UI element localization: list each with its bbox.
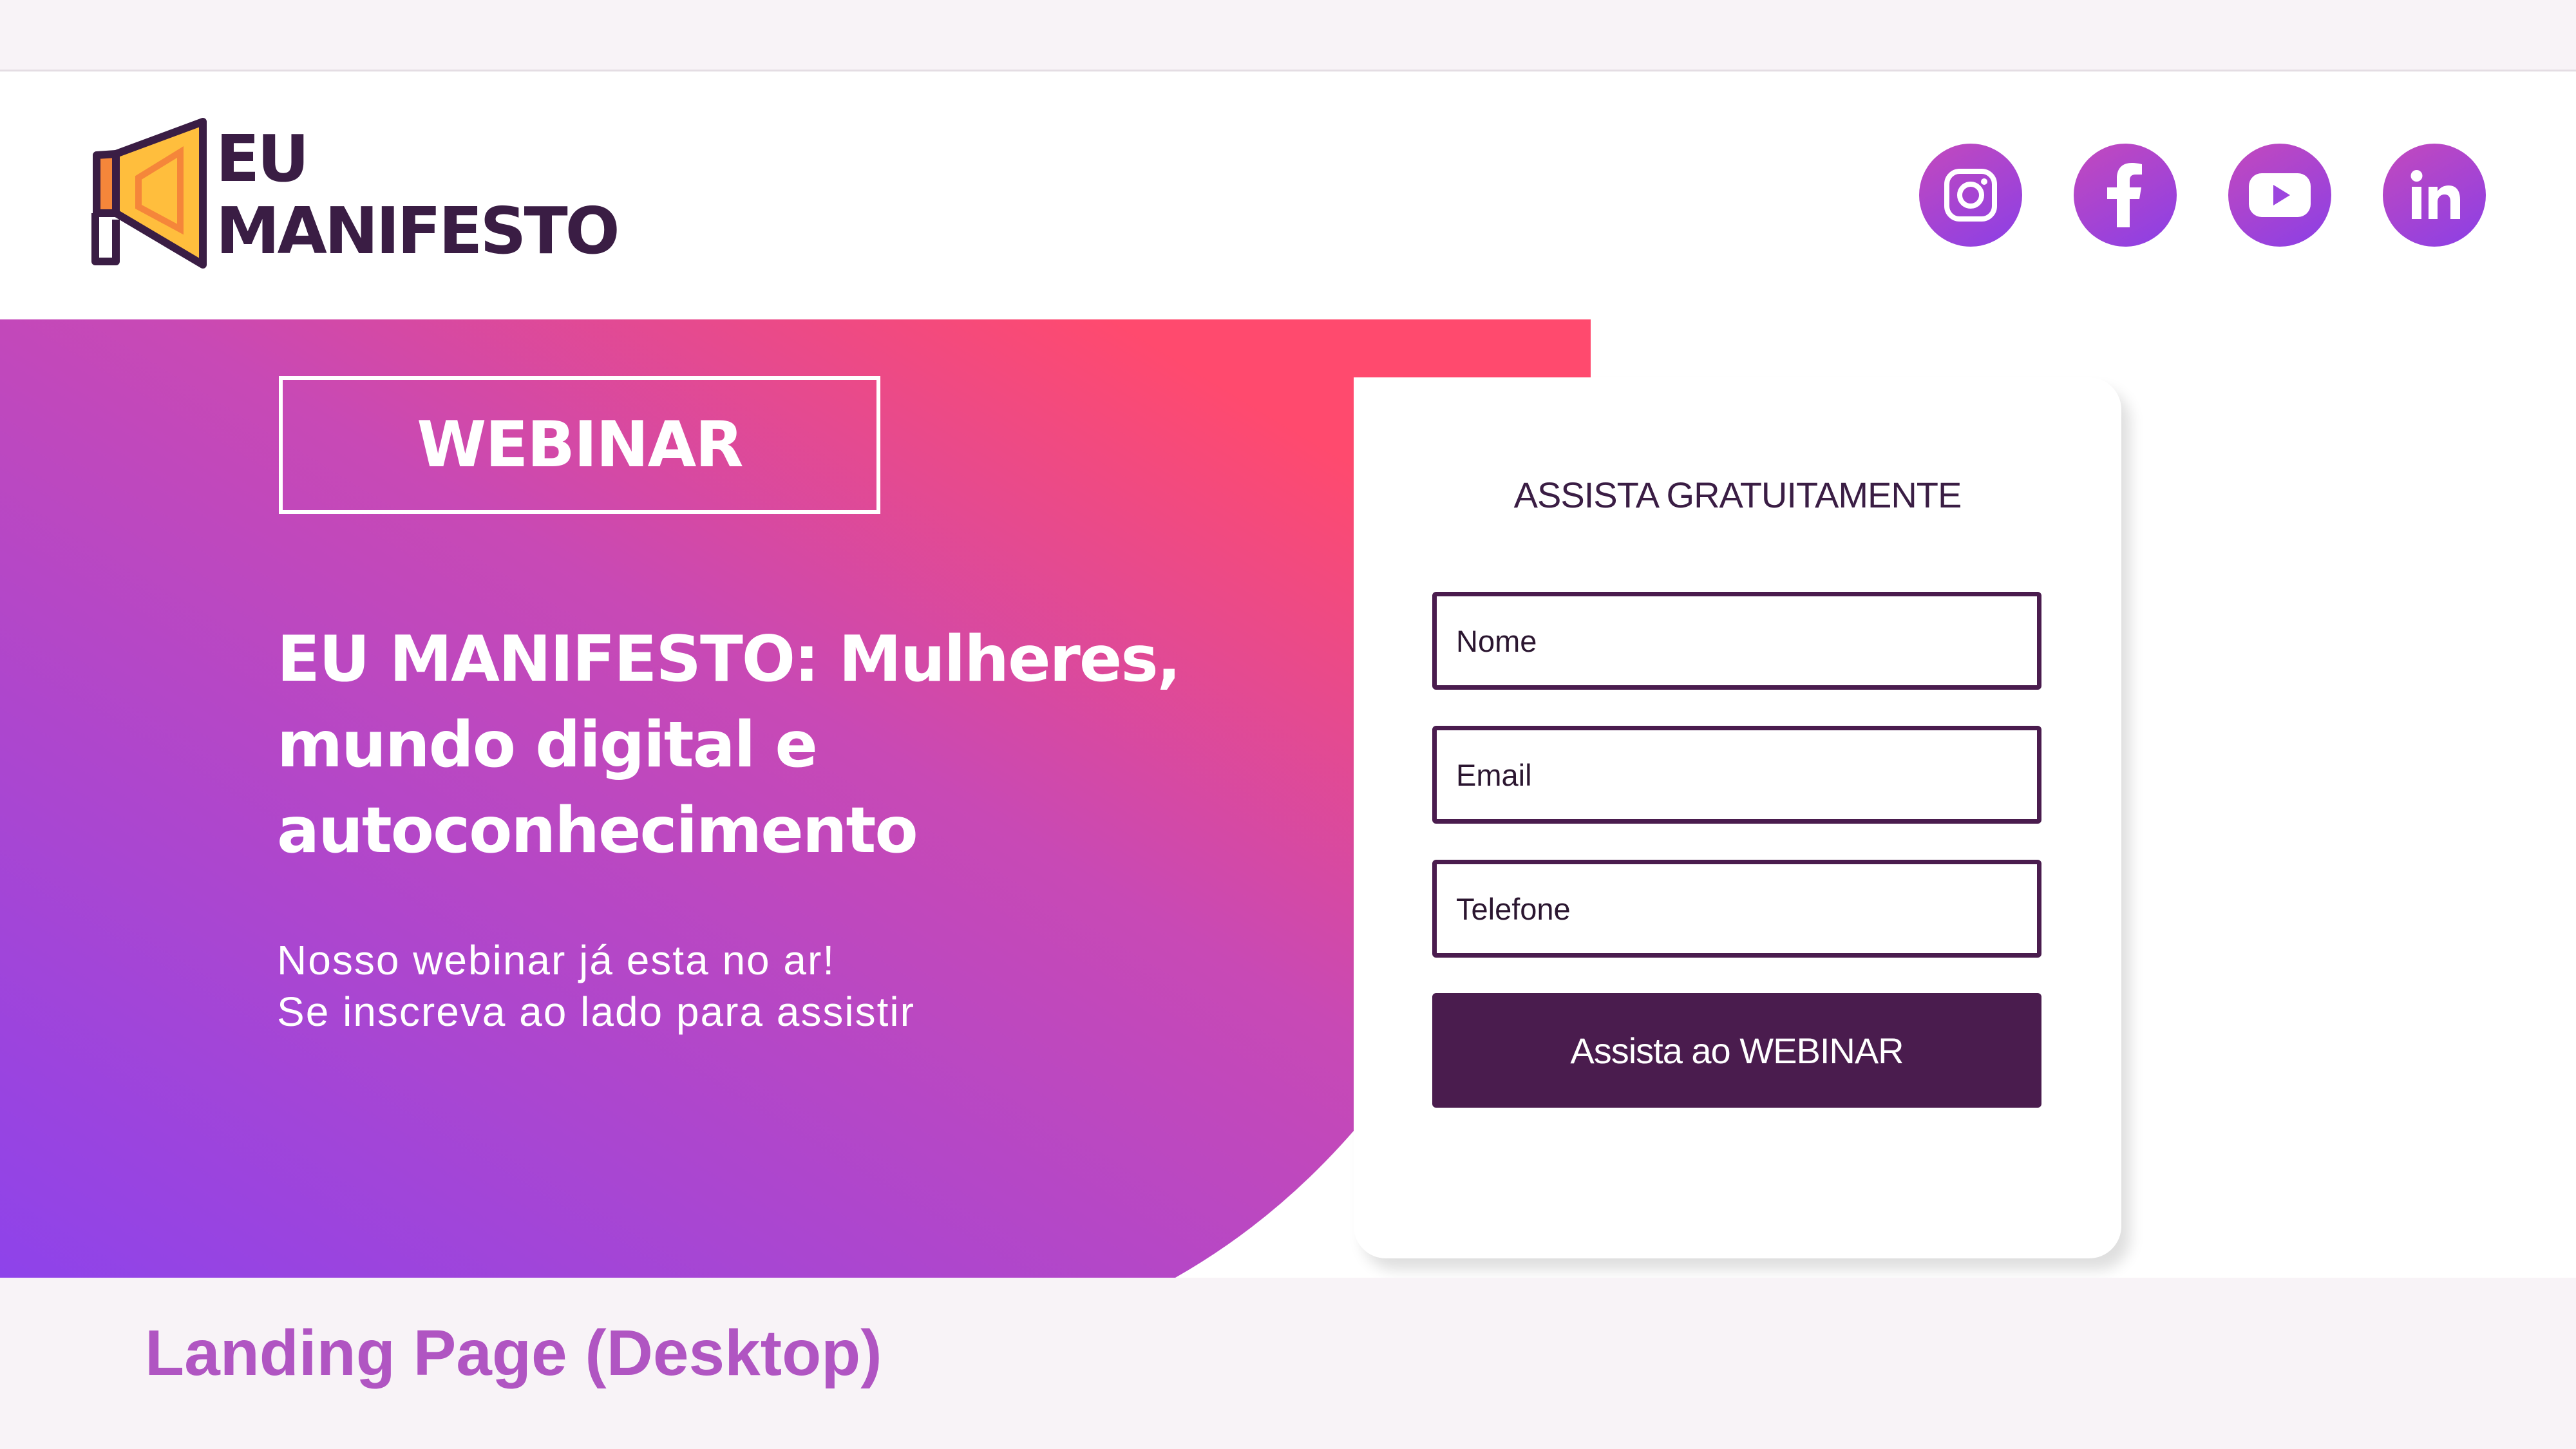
- hero-subtitle-line-1: Nosso webinar já esta no ar!: [277, 937, 836, 983]
- logo-line-1: EU: [216, 121, 310, 196]
- instagram-icon: [1944, 169, 1997, 222]
- linkedin-icon: [2410, 170, 2460, 219]
- signup-title: ASSISTA GRATUITAMENTE: [1513, 475, 1962, 515]
- facebook-link[interactable]: [2074, 144, 2177, 247]
- social-links: [1919, 144, 2486, 247]
- top-strip: [0, 0, 2576, 71]
- logo-line-2: MANIFESTO: [216, 193, 620, 269]
- hero-title: EU MANIFESTO: Mulheres, mundo digital e …: [277, 623, 1181, 867]
- brand-logo[interactable]: EU MANIFESTO: [84, 117, 620, 284]
- webinar-badge: WEBINAR: [279, 376, 880, 514]
- youtube-link[interactable]: [2228, 144, 2331, 247]
- name-field[interactable]: [1432, 592, 2041, 690]
- hero-section: WEBINAR EU MANIFESTO: Mulheres, mundo di…: [0, 319, 2576, 1278]
- youtube-icon: [2249, 173, 2311, 217]
- page-caption: Landing Page (Desktop): [145, 1317, 882, 1389]
- webinar-badge-label: WEBINAR: [417, 408, 744, 482]
- linkedin-link[interactable]: [2383, 144, 2486, 247]
- signup-card: ASSISTA GRATUITAMENTE Assista ao WEBINAR: [1354, 377, 2121, 1258]
- megaphone-icon: [91, 118, 207, 269]
- facebook-icon: [2107, 163, 2142, 227]
- email-field[interactable]: [1432, 726, 2041, 824]
- site-header: EU MANIFESTO: [0, 71, 2576, 319]
- hero-subtitle-line-2: Se inscreva ao lado para assistir: [277, 989, 915, 1035]
- footer: Landing Page (Desktop): [0, 1278, 2576, 1449]
- watch-webinar-button[interactable]: Assista ao WEBINAR: [1432, 993, 2041, 1108]
- logo-wordmark: EU MANIFESTO: [216, 121, 620, 269]
- phone-field[interactable]: [1432, 860, 2041, 958]
- hero-subtitle: Nosso webinar já esta no ar! Se inscreva…: [277, 934, 915, 1037]
- instagram-link[interactable]: [1919, 144, 2022, 247]
